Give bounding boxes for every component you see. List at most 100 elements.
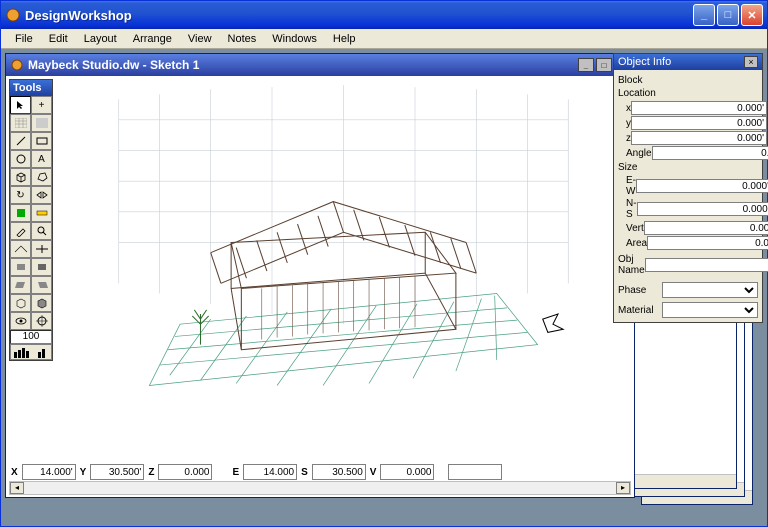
loc-z-input[interactable] <box>631 131 767 145</box>
tool-target[interactable] <box>31 312 52 330</box>
tool-zoom[interactable] <box>31 222 52 240</box>
app-window: DesignWorkshop _ □ ✕ File Edit Layout Ar… <box>0 0 768 527</box>
tool-arrow[interactable] <box>10 96 31 114</box>
tool-wireframe[interactable] <box>10 294 31 312</box>
coord-e-input[interactable] <box>243 464 297 480</box>
tool-text[interactable]: A <box>31 150 52 168</box>
area-label: Area <box>618 238 647 249</box>
tool-measure[interactable] <box>31 204 52 222</box>
tools-title: Tools <box>10 80 52 96</box>
size-ns-label: N-S <box>618 198 637 220</box>
coord-x-label: X <box>9 467 20 478</box>
object-info-close-button[interactable]: × <box>744 56 758 68</box>
menu-windows[interactable]: Windows <box>264 31 325 47</box>
tool-view-iso4[interactable] <box>31 276 52 294</box>
material-select[interactable] <box>662 302 758 318</box>
area-input[interactable] <box>647 236 768 250</box>
material-label: Material <box>618 305 662 316</box>
tool-shaded[interactable] <box>31 294 52 312</box>
coord-x-input[interactable] <box>22 464 76 480</box>
location-header: Location <box>618 88 758 99</box>
angle-input[interactable] <box>652 146 768 160</box>
object-info-titlebar[interactable]: Object Info × <box>614 54 762 70</box>
app-icon <box>5 7 21 23</box>
size-ns-input[interactable] <box>637 202 768 216</box>
phase-label: Phase <box>618 285 662 296</box>
size-vert-label: Vert <box>618 223 644 234</box>
tool-line[interactable] <box>10 132 31 150</box>
phase-select[interactable] <box>662 282 758 298</box>
tool-view-top[interactable] <box>31 240 52 258</box>
size-ew-input[interactable] <box>636 179 768 193</box>
scroll-right-button[interactable]: ▸ <box>616 482 630 494</box>
app-title: DesignWorkshop <box>25 8 693 23</box>
menu-layout[interactable]: Layout <box>76 31 125 47</box>
tool-mirror[interactable] <box>31 186 52 204</box>
tool-view-iso2[interactable] <box>31 258 52 276</box>
tools-palette[interactable]: Tools + A ↻ <box>9 79 53 361</box>
document-title: Maybeck Studio.dw - Sketch 1 <box>28 58 199 72</box>
loc-y-input[interactable] <box>631 116 767 130</box>
tool-pattern[interactable] <box>31 114 52 132</box>
size-vert-input[interactable] <box>644 221 768 235</box>
menu-arrange[interactable]: Arrange <box>125 31 180 47</box>
coord-z-input[interactable] <box>158 464 212 480</box>
loc-x-input[interactable] <box>631 101 767 115</box>
menu-notes[interactable]: Notes <box>220 31 265 47</box>
size-header: Size <box>618 162 758 173</box>
tool-paint[interactable] <box>10 204 31 222</box>
doc-minimize-button[interactable]: _ <box>578 58 594 72</box>
app-titlebar[interactable]: DesignWorkshop _ □ ✕ <box>1 1 767 29</box>
mdi-client: Maybeck Studio.dw - Sketch 1 _ □ × Tools… <box>1 49 767 526</box>
tool-view-iso1[interactable] <box>10 258 31 276</box>
coord-e-label: E <box>230 467 241 478</box>
loc-x-label: x <box>618 103 631 114</box>
menu-view[interactable]: View <box>180 31 220 47</box>
tool-box3d[interactable] <box>10 168 31 186</box>
coord-y-label: Y <box>78 467 89 478</box>
viewport-3d[interactable] <box>56 79 631 457</box>
objname-label: Obj Name <box>618 254 645 276</box>
horizontal-scrollbar[interactable]: ◂ ▸ <box>9 481 631 495</box>
coordinates-bar: X Y Z E S V <box>9 463 631 481</box>
angle-label: Angle <box>618 148 652 159</box>
size-ew-label: E-W <box>618 175 636 197</box>
menu-file[interactable]: File <box>7 31 41 47</box>
object-type: Block <box>618 75 758 86</box>
coord-z-label: Z <box>146 467 156 478</box>
tool-grid[interactable] <box>10 114 31 132</box>
document-icon <box>10 58 24 72</box>
coord-s-input[interactable] <box>312 464 366 480</box>
menu-edit[interactable]: Edit <box>41 31 76 47</box>
tool-rect[interactable] <box>31 132 52 150</box>
tool-elevation-bars[interactable] <box>10 344 52 360</box>
tool-poly3d[interactable] <box>31 168 52 186</box>
tool-view-iso3[interactable] <box>10 276 31 294</box>
coord-s-label: S <box>299 467 310 478</box>
close-button[interactable]: ✕ <box>741 4 763 26</box>
object-info-title: Object Info <box>618 56 671 68</box>
scroll-left-button[interactable]: ◂ <box>10 482 24 494</box>
tool-rotate[interactable]: ↻ <box>10 186 31 204</box>
coord-extra-input[interactable] <box>448 464 502 480</box>
tool-view-persp[interactable] <box>10 240 31 258</box>
tool-crosshair[interactable]: + <box>31 96 52 114</box>
tool-eye[interactable] <box>10 312 31 330</box>
loc-y-label: y <box>618 118 631 129</box>
doc-maximize-button[interactable]: □ <box>596 58 612 72</box>
document-body: Tools + A ↻ <box>6 76 634 497</box>
coord-y-input[interactable] <box>90 464 144 480</box>
minimize-button[interactable]: _ <box>693 4 715 26</box>
document-titlebar[interactable]: Maybeck Studio.dw - Sketch 1 _ □ × <box>6 54 634 76</box>
objname-input[interactable] <box>645 258 768 272</box>
tool-focal-length[interactable]: 100 <box>10 330 52 344</box>
tool-eyedrop[interactable] <box>10 222 31 240</box>
coord-v-input[interactable] <box>380 464 434 480</box>
maximize-button[interactable]: □ <box>717 4 739 26</box>
document-window: Maybeck Studio.dw - Sketch 1 _ □ × Tools… <box>5 53 635 498</box>
coord-v-label: V <box>368 467 379 478</box>
menubar: File Edit Layout Arrange View Notes Wind… <box>1 29 767 49</box>
tool-circle[interactable] <box>10 150 31 168</box>
menu-help[interactable]: Help <box>325 31 364 47</box>
object-info-panel[interactable]: Object Info × Block Location x y z Angle… <box>613 53 763 323</box>
